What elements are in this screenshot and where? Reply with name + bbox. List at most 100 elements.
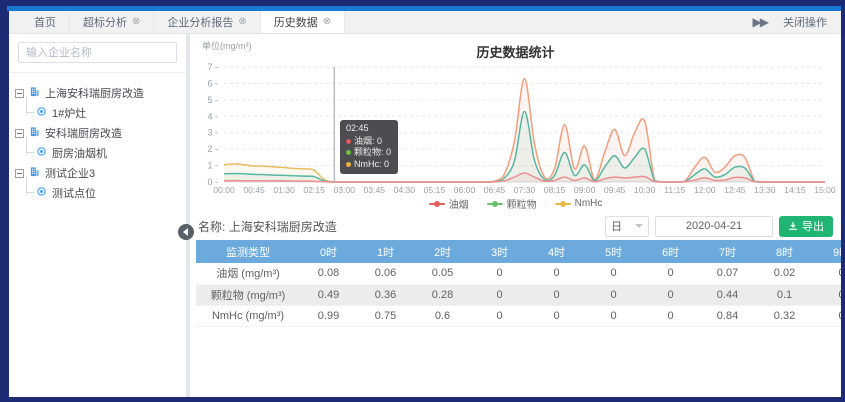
tab-close-icon[interactable]: ⊗ — [323, 17, 331, 27]
svg-text:08:15: 08:15 — [544, 185, 566, 195]
value-cell: 0.6 — [414, 305, 471, 326]
svg-text:3 -: 3 - — [208, 128, 219, 138]
tab-超标分析[interactable]: 超标分析 ⊗ — [70, 11, 154, 33]
svg-text:10:30: 10:30 — [634, 185, 656, 195]
row-label: 油烟 (mg/m³) — [196, 263, 300, 284]
header-cell: 2时 — [414, 240, 471, 263]
collapse-node-icon[interactable] — [15, 129, 24, 138]
tab-首页[interactable]: 首页 — [21, 11, 70, 33]
download-icon — [788, 221, 798, 231]
tab-label: 历史数据 — [274, 14, 318, 30]
point-icon — [36, 146, 47, 160]
legend-label: 油烟 — [449, 196, 469, 211]
legend-item-颗粒物[interactable]: 颗粒物 — [487, 196, 537, 211]
legend-marker — [429, 203, 445, 205]
value-cell: 0.49 — [300, 284, 357, 305]
svg-text:7 -: 7 - — [208, 62, 219, 72]
table-header-row: 监测类型0时1时2时3时4时5时6时7时8时9时 — [196, 240, 841, 263]
period-select-value: 日 — [611, 218, 622, 234]
value-cell: 0 — [471, 263, 528, 284]
export-button[interactable]: 导出 — [779, 216, 833, 237]
svg-text:12:45: 12:45 — [724, 185, 746, 195]
value-cell: 0 — [585, 284, 642, 305]
double-arrow-icon[interactable]: ▶▶ — [753, 15, 767, 29]
legend-marker — [555, 203, 571, 205]
collapse-node-icon[interactable] — [15, 169, 24, 178]
header-cell: 0时 — [300, 240, 357, 263]
header-cell: 9时 — [813, 240, 841, 263]
date-value: 2020-04-21 — [686, 220, 742, 232]
tab-历史数据[interactable]: 历史数据 ⊗ — [261, 11, 345, 33]
tab-list: 首页超标分析⊗企业分析报告⊗历史数据⊗ — [9, 11, 345, 33]
svg-text:4 -: 4 - — [208, 111, 219, 121]
tab-bar: 首页超标分析⊗企业分析报告⊗历史数据⊗ ▶▶ 关闭操作 — [9, 11, 841, 34]
tree-node-label: 厨房油烟机 — [52, 145, 107, 161]
period-select[interactable]: 日 — [605, 216, 649, 237]
value-cell: 0 — [585, 305, 642, 326]
header-cell: 3时 — [471, 240, 528, 263]
value-cell: 0 — [642, 284, 699, 305]
tab-label: 首页 — [34, 14, 56, 30]
tree-node-point[interactable]: 厨房油烟机 — [23, 143, 180, 163]
table-row: 油烟 (mg/m³)0.080.060.0500000.070.020 — [196, 263, 841, 284]
svg-text:12:00: 12:00 — [694, 185, 716, 195]
enterprise-tree: 上海安科瑞厨房改造1#炉灶安科瑞厨房改造厨房油烟机测试企业3 测试点位 — [9, 73, 186, 213]
legend-marker — [487, 203, 503, 205]
svg-text:1 -: 1 - — [208, 161, 219, 171]
enterprise-name-prefix: 名称: — [198, 218, 225, 235]
collapse-node-icon[interactable] — [15, 89, 24, 98]
tab-企业分析报告[interactable]: 企业分析报告⊗ — [154, 11, 260, 33]
svg-text:03:00: 03:00 — [333, 185, 355, 195]
building-icon — [29, 86, 40, 100]
header-cell: 8时 — [756, 240, 813, 263]
tree-node-label: 安科瑞厨房改造 — [45, 125, 122, 141]
value-cell: 0.44 — [699, 284, 756, 305]
tab-label: 超标分析 — [83, 14, 127, 30]
svg-text:2 -: 2 - — [208, 144, 219, 154]
value-cell: 0 — [642, 263, 699, 284]
tree-node-point[interactable]: 测试点位 — [23, 183, 180, 203]
legend-item-NmHc[interactable]: NmHc — [555, 196, 603, 211]
header-cell: 监测类型 — [196, 240, 300, 263]
header-cell: 6时 — [642, 240, 699, 263]
svg-text:11:15: 11:15 — [664, 185, 685, 195]
value-cell: 0 — [471, 284, 528, 305]
svg-text:09:45: 09:45 — [604, 185, 626, 195]
collapse-sidebar-button[interactable] — [178, 224, 194, 240]
svg-text:13:30: 13:30 — [754, 185, 776, 195]
tab-actions: ▶▶ 关闭操作 — [753, 11, 841, 33]
header-cell: 1时 — [357, 240, 414, 263]
close-operations-menu[interactable]: 关闭操作 — [783, 14, 827, 30]
value-cell: 0.05 — [414, 263, 471, 284]
enterprise-sidebar: 上海安科瑞厨房改造1#炉灶安科瑞厨房改造厨房油烟机测试企业3 测试点位 — [9, 34, 186, 397]
value-cell: 0 — [813, 284, 841, 305]
tree-node-enterprise[interactable]: 上海安科瑞厨房改造 — [15, 83, 180, 103]
svg-text:04:30: 04:30 — [394, 185, 416, 195]
legend-item-油烟[interactable]: 油烟 — [429, 196, 469, 211]
value-cell: 0 — [528, 284, 585, 305]
value-cell: 0.36 — [357, 284, 414, 305]
tab-close-icon[interactable]: ⊗ — [238, 17, 246, 27]
date-picker[interactable]: 2020-04-21 — [655, 216, 773, 237]
svg-text:00:45: 00:45 — [243, 185, 265, 195]
chevron-down-icon — [635, 224, 643, 228]
svg-text:00:00: 00:00 — [213, 185, 235, 195]
chart-canvas: 0 -1 -2 -3 -4 -5 -6 -7 -00:0000:4501:300… — [190, 34, 841, 212]
value-cell: 0 — [471, 305, 528, 326]
value-cell: 0.75 — [357, 305, 414, 326]
tree-node-label: 测试企业3 — [45, 165, 95, 181]
content-area: 上海安科瑞厨房改造1#炉灶安科瑞厨房改造厨房油烟机测试企业3测试点位 单位(mg… — [9, 34, 841, 397]
tab-close-icon[interactable]: ⊗ — [132, 17, 140, 27]
value-cell: 0.1 — [756, 284, 813, 305]
enterprise-search-input[interactable] — [18, 42, 177, 63]
value-cell: 0.06 — [357, 263, 414, 284]
tree-node-enterprise[interactable]: 测试企业3 — [15, 163, 180, 183]
value-cell: 0.07 — [699, 263, 756, 284]
tree-node-enterprise[interactable]: 安科瑞厨房改造 — [15, 123, 180, 143]
history-chart[interactable]: 单位(mg/m³) 历史数据统计 0 -1 -2 -3 -4 -5 -6 -7 … — [190, 34, 841, 212]
header-cell: 5时 — [585, 240, 642, 263]
svg-text:5 -: 5 - — [208, 95, 219, 105]
tree-node-point[interactable]: 1#炉灶 — [23, 103, 180, 123]
table-row: 颗粒物 (mg/m³)0.490.360.2800000.440.10 — [196, 284, 841, 305]
svg-text:05:15: 05:15 — [424, 185, 446, 195]
